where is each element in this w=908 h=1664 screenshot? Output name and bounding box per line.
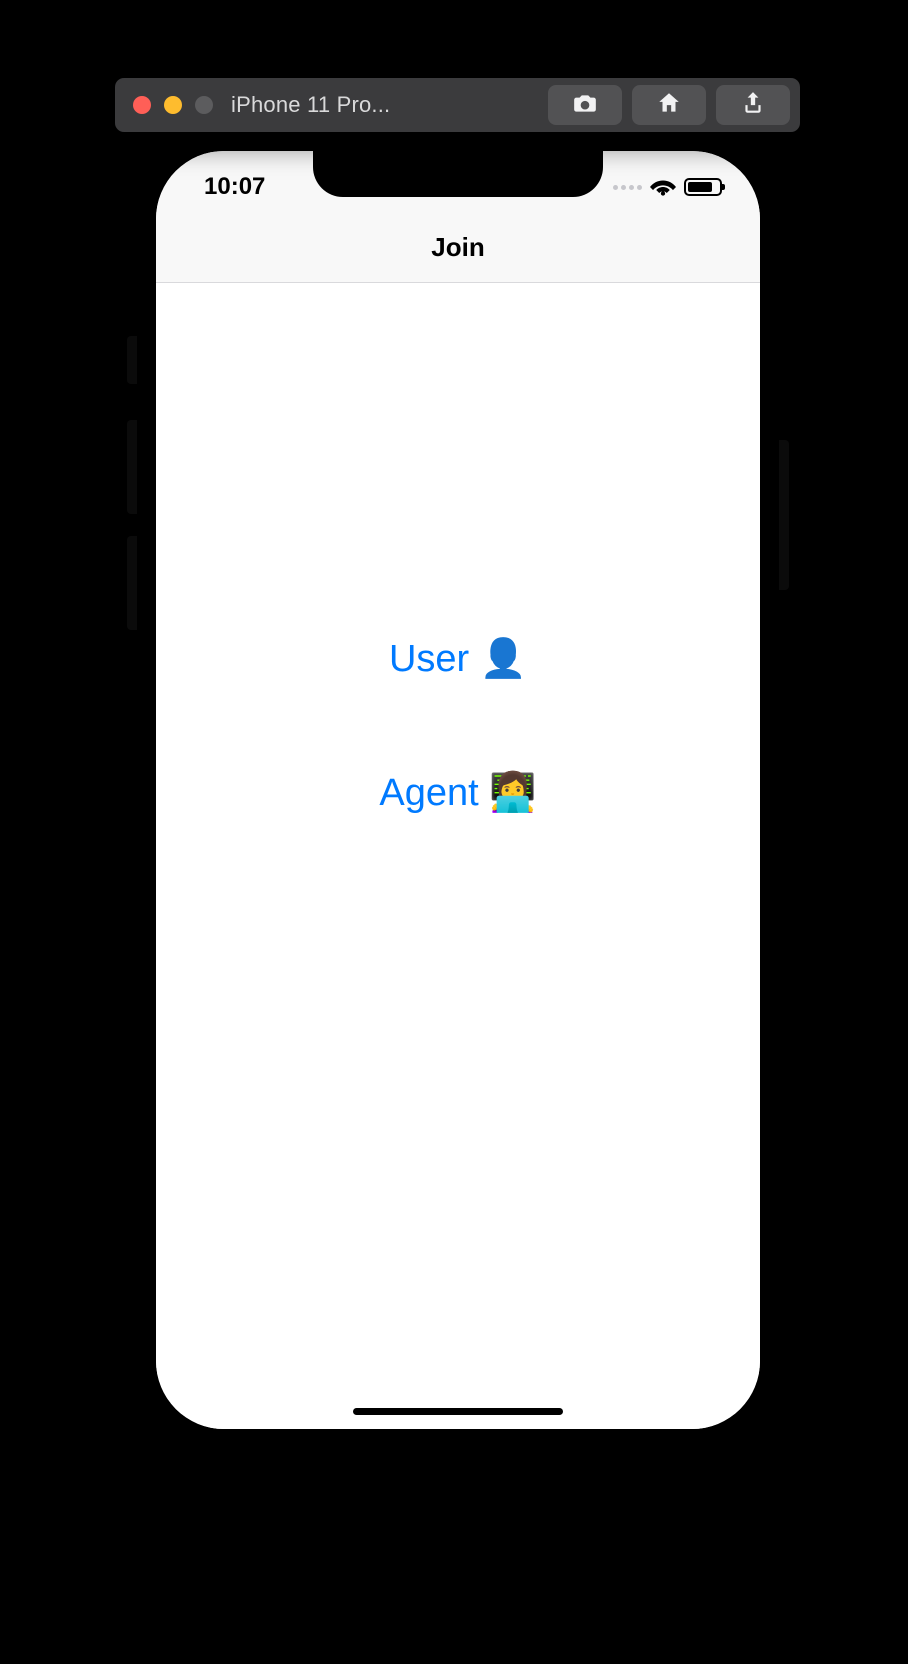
home-indicator[interactable] [353, 1408, 563, 1415]
volume-up-button [127, 420, 137, 514]
camera-icon [572, 90, 598, 121]
zoom-window-button[interactable] [195, 96, 213, 114]
battery-icon [684, 178, 722, 196]
status-indicators [613, 174, 726, 200]
simulator-toolbar: iPhone 11 Pro... [115, 78, 800, 132]
volume-down-button [127, 536, 137, 630]
user-button-label: User 👤 [389, 637, 527, 681]
join-as-agent-button[interactable]: Agent 👩‍💻 [379, 771, 536, 815]
notch [313, 151, 603, 197]
join-screen: User 👤 Agent 👩‍💻 [156, 283, 760, 1429]
toolbar-buttons [548, 85, 800, 125]
home-icon [656, 90, 682, 121]
screenshot-button[interactable] [548, 85, 622, 125]
close-window-button[interactable] [133, 96, 151, 114]
side-button [779, 440, 789, 590]
page-title: Join [431, 232, 484, 263]
wifi-icon [650, 174, 676, 200]
agent-button-label: Agent 👩‍💻 [379, 771, 536, 815]
home-button[interactable] [632, 85, 706, 125]
share-button[interactable] [716, 85, 790, 125]
device-frame: 10:07 Join User 👤 Agent [135, 130, 781, 1450]
mute-switch [127, 336, 137, 384]
status-time: 10:07 [204, 173, 265, 201]
device-screen: 10:07 Join User 👤 Agent [156, 151, 760, 1429]
share-icon [740, 90, 766, 121]
cellular-icon [613, 185, 642, 190]
navigation-bar: Join [156, 213, 760, 283]
window-controls [115, 96, 213, 114]
join-as-user-button[interactable]: User 👤 [389, 637, 527, 681]
minimize-window-button[interactable] [164, 96, 182, 114]
simulator-title: iPhone 11 Pro... [231, 92, 390, 118]
